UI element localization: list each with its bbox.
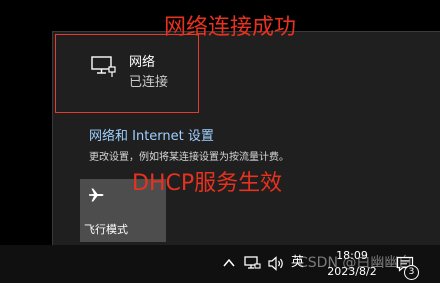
network-status: 已连接 xyxy=(129,75,169,90)
network-connection-tile[interactable]: 网络 已连接 xyxy=(55,34,199,113)
network-flyout: 网络 已连接 网络和 Internet 设置 更改设置，例如将某连接设置为按流量… xyxy=(52,31,440,246)
desktop: 网络 已连接 网络和 Internet 设置 更改设置，例如将某连接设置为按流量… xyxy=(0,0,440,283)
annotation-dhcp-effective: DHCP服务生效 xyxy=(132,171,283,196)
ethernet-monitor-icon xyxy=(91,56,116,77)
taskbar: 英 18:09 2023/8/2 CSDN @白幽幽白 3 xyxy=(0,245,440,283)
network-internet-settings-link[interactable]: 网络和 Internet 设置 xyxy=(89,129,214,145)
network-name: 网络 xyxy=(129,55,156,70)
chevron-up-icon[interactable] xyxy=(222,256,236,270)
airplane-icon xyxy=(89,188,104,202)
annotation-network-success: 网络连接成功 xyxy=(164,15,297,40)
notification-count-badge: 3 xyxy=(404,265,419,280)
settings-description: 更改设置，例如将某连接设置为按流量计费。 xyxy=(89,152,289,163)
airplane-mode-label: 飞行模式 xyxy=(84,223,128,236)
volume-icon[interactable] xyxy=(268,256,285,271)
tray-network-icon[interactable] xyxy=(244,256,261,271)
